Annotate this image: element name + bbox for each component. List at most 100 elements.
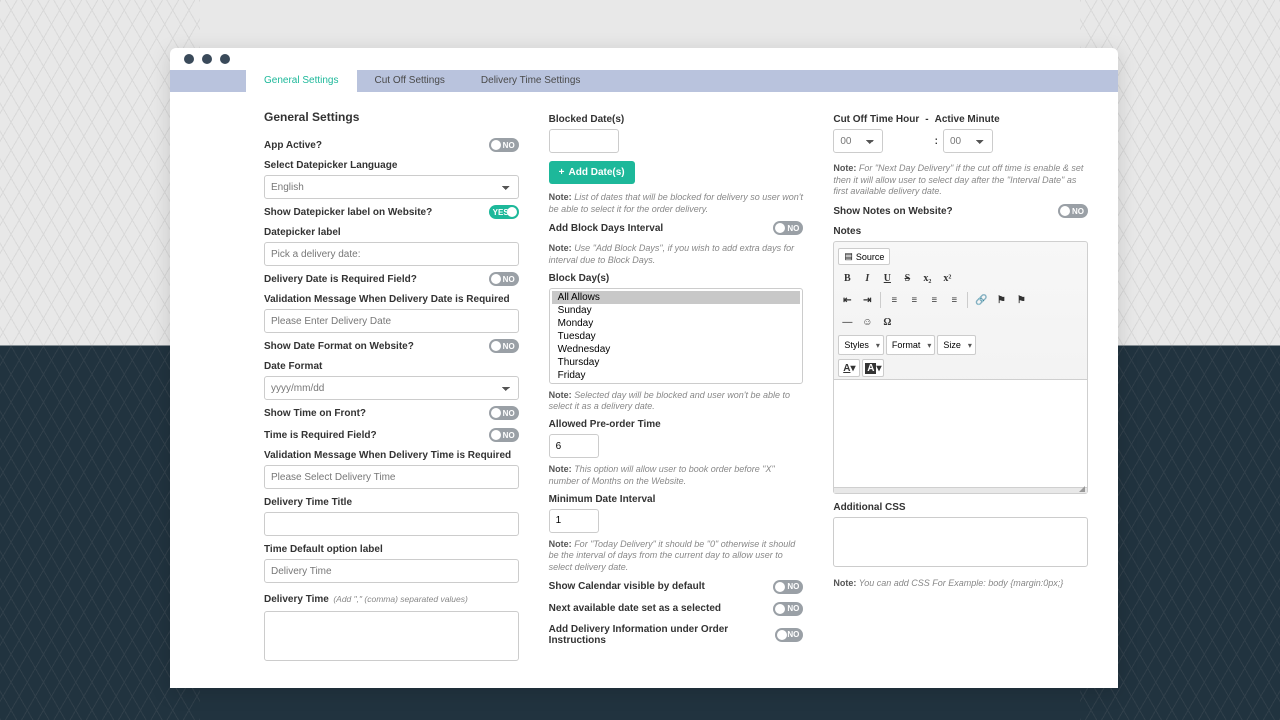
app-window: General Settings Cut Off Settings Delive…	[170, 48, 1118, 688]
format-dropdown[interactable]: Format	[886, 335, 936, 355]
align-center-icon[interactable]: ≡	[905, 291, 923, 309]
subscript-icon[interactable]: x₂	[918, 269, 936, 287]
toggle-add-interval[interactable]: NO	[773, 221, 803, 235]
link-icon[interactable]: 🔗	[972, 291, 990, 309]
list-item[interactable]: Thursday	[552, 356, 801, 369]
win-dot[interactable]	[220, 54, 230, 64]
toggle-time-required[interactable]: NO	[489, 428, 519, 442]
textarea-delivery-time[interactable]	[264, 611, 519, 661]
list-item[interactable]: Saturday	[552, 382, 801, 384]
plus-icon: +	[559, 167, 565, 178]
left-gutter	[170, 92, 246, 688]
input-val-time[interactable]	[264, 465, 519, 489]
select-language[interactable]: English	[264, 175, 519, 199]
align-right-icon[interactable]: ≡	[925, 291, 943, 309]
input-min-interval[interactable]	[549, 509, 599, 533]
list-block-days[interactable]: All Allows Sunday Monday Tuesday Wednesd…	[549, 288, 804, 384]
win-dot[interactable]	[202, 54, 212, 64]
tab-general[interactable]: General Settings	[246, 70, 357, 92]
input-time-title[interactable]	[264, 512, 519, 536]
select-cut-min[interactable]: 00	[943, 129, 993, 153]
outdent-icon[interactable]: ⇤	[838, 291, 856, 309]
label-show-fmt: Show Date Format on Website?	[264, 341, 414, 352]
input-dp-label[interactable]	[264, 242, 519, 266]
flag-icon[interactable]: ⚑	[1012, 291, 1030, 309]
toggle-show-fmt[interactable]: NO	[489, 339, 519, 353]
editor-toolbar-3: — ☺ Ω	[834, 311, 1087, 333]
label-val-time: Validation Message When Delivery Time is…	[264, 450, 519, 461]
toggle-date-required[interactable]: NO	[489, 272, 519, 286]
align-left-icon[interactable]: ≡	[885, 291, 903, 309]
styles-dropdown[interactable]: Styles	[838, 335, 884, 355]
label-time-default: Time Default option label	[264, 544, 519, 555]
col-right: Cut Off Time Hour 00 - Active Minute : 0…	[833, 110, 1088, 688]
editor-toolbar-5: A▾ A▾	[834, 357, 1087, 379]
italic-icon[interactable]: I	[858, 269, 876, 287]
select-date-format[interactable]: yyyy/mm/dd	[264, 376, 519, 400]
label-date-required: Delivery Date is Required Field?	[264, 274, 417, 285]
input-time-default[interactable]	[264, 559, 519, 583]
editor-toolbar-4: Styles Format Size	[834, 333, 1087, 357]
select-cut-hour[interactable]: 00	[833, 129, 883, 153]
editor-resize-handle[interactable]	[834, 487, 1087, 493]
input-val-date[interactable]	[264, 309, 519, 333]
win-dot[interactable]	[184, 54, 194, 64]
label-show-notes: Show Notes on Website?	[833, 206, 952, 217]
note-css: Note: You can add CSS For Example: body …	[833, 578, 1088, 590]
label-add-interval: Add Block Days Interval	[549, 223, 663, 234]
list-item[interactable]: Wednesday	[552, 343, 801, 356]
label-app-active: App Active?	[264, 140, 322, 151]
textarea-css[interactable]	[833, 517, 1088, 567]
titlebar	[170, 48, 1118, 70]
note-block-days: Note: Selected day will be blocked and u…	[549, 390, 804, 413]
label-date-format: Date Format	[264, 361, 519, 372]
label-css: Additional CSS	[833, 502, 1088, 513]
list-item[interactable]: Tuesday	[552, 330, 801, 343]
colon: :	[935, 136, 938, 147]
toggle-cal-visible[interactable]: NO	[773, 580, 803, 594]
underline-icon[interactable]: U	[878, 269, 896, 287]
add-dates-button[interactable]: +Add Date(s)	[549, 161, 635, 184]
note-preorder: Note: This option will allow user to boo…	[549, 464, 804, 487]
note-cutoff: Note: For "Next Day Delivery" if the cut…	[833, 163, 1088, 198]
toggle-show-notes[interactable]: NO	[1058, 204, 1088, 218]
strike-icon[interactable]: S	[898, 269, 916, 287]
list-item[interactable]: Monday	[552, 317, 801, 330]
tab-delivery-time[interactable]: Delivery Time Settings	[463, 70, 598, 92]
superscript-icon[interactable]: x²	[938, 269, 956, 287]
anchor-icon[interactable]: ⚑	[992, 291, 1010, 309]
source-button[interactable]: ▤ Source	[838, 248, 890, 265]
text-color-icon[interactable]: A▾	[838, 359, 860, 377]
align-justify-icon[interactable]: ≡	[945, 291, 963, 309]
omega-icon[interactable]: Ω	[878, 313, 896, 331]
editor-toolbar-2: ⇤ ⇥ ≡ ≡ ≡ ≡ 🔗 ⚑ ⚑	[834, 289, 1087, 311]
list-item[interactable]: All Allows	[552, 291, 801, 304]
list-item[interactable]: Friday	[552, 369, 801, 382]
bg-color-icon[interactable]: A▾	[862, 359, 884, 377]
editor-body[interactable]	[834, 379, 1087, 487]
toggle-app-active[interactable]: NO	[489, 138, 519, 152]
label-cut-min: Active Minute	[935, 114, 1000, 125]
list-item[interactable]: Sunday	[552, 304, 801, 317]
smiley-icon[interactable]: ☺	[858, 313, 876, 331]
indent-icon[interactable]: ⇥	[858, 291, 876, 309]
label-lang: Select Datepicker Language	[264, 160, 519, 171]
toggle-show-time[interactable]: NO	[489, 406, 519, 420]
label-block-days: Block Day(s)	[549, 273, 804, 284]
hr-icon[interactable]: —	[838, 313, 856, 331]
toggle-show-dp-label[interactable]: YES	[489, 205, 519, 219]
label-blocked-dates: Blocked Date(s)	[549, 114, 804, 125]
col-left: General Settings App Active? NO Select D…	[264, 110, 519, 688]
tab-cutoff[interactable]: Cut Off Settings	[357, 70, 463, 92]
rich-text-editor: ▤ Source B I U S x₂ x² ⇤ ⇥ ≡ ≡ ≡ ≡ 🔗 ⚑	[833, 241, 1088, 494]
input-preorder[interactable]	[549, 434, 599, 458]
toggle-next-selected[interactable]: NO	[773, 602, 803, 616]
input-blocked-date[interactable]	[549, 129, 619, 153]
page-title: General Settings	[264, 110, 519, 124]
size-dropdown[interactable]: Size	[937, 335, 976, 355]
col-middle: Blocked Date(s) +Add Date(s) Note: List …	[549, 110, 804, 688]
bold-icon[interactable]: B	[838, 269, 856, 287]
toggle-add-info[interactable]: NO	[775, 628, 804, 642]
note-min-interval: Note: For "Today Delivery" it should be …	[549, 539, 804, 574]
separator	[880, 292, 881, 308]
